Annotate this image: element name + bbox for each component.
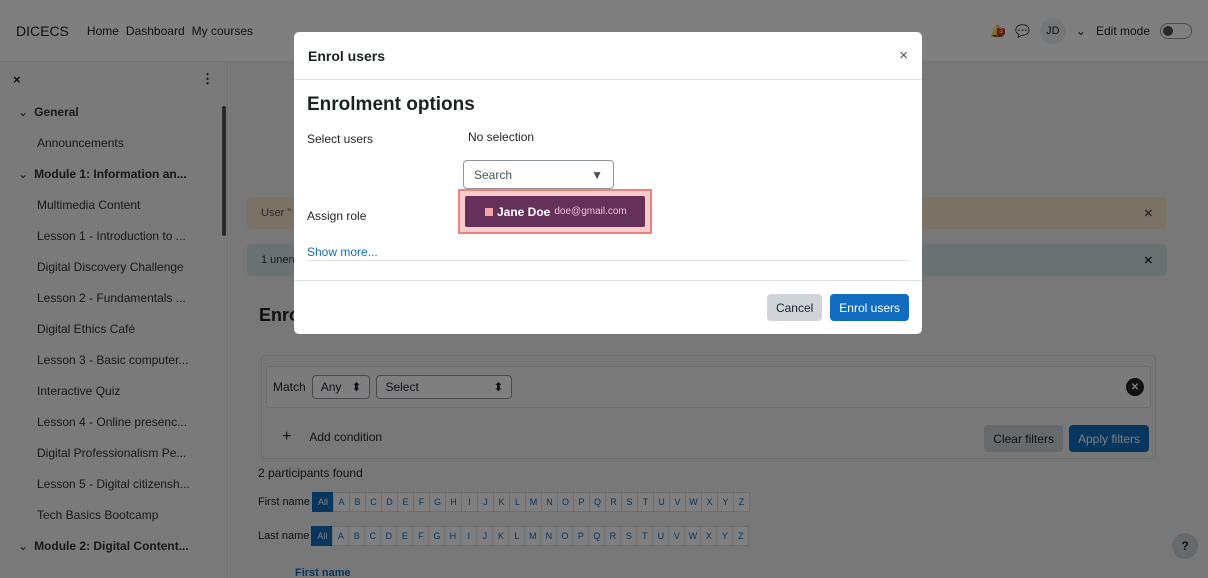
user-square-icon [485, 207, 493, 216]
suggestion-name: Jane Doe [497, 204, 551, 219]
no-selection-text: No selection [468, 130, 535, 144]
enrolment-options-title: Enrolment options [307, 94, 475, 115]
search-placeholder: Search [474, 167, 513, 182]
divider [307, 260, 908, 261]
assign-role-label: Assign role [307, 209, 367, 223]
dropdown-triangle-icon: ▼ [591, 167, 603, 182]
modal-title: Enrol users [308, 47, 386, 64]
user-suggestion-item[interactable]: Jane Doe doe@gmail.com [465, 196, 645, 227]
user-search-input[interactable]: Search ▼ [463, 160, 614, 189]
show-more-link[interactable]: Show more... [307, 245, 378, 259]
user-suggestion-highlight: Jane Doe doe@gmail.com [458, 189, 652, 234]
close-icon[interactable]: × [899, 47, 908, 64]
modal-header: Enrol users × [294, 32, 922, 80]
enrol-users-modal: Enrol users × Enrolment options Select u… [294, 32, 922, 334]
select-users-label: Select users [307, 132, 374, 146]
modal-footer: Cancel Enrol users [294, 280, 922, 334]
suggestion-email: doe@gmail.com [554, 206, 627, 217]
cancel-button[interactable]: Cancel [766, 294, 823, 321]
enrol-users-button[interactable]: Enrol users [830, 294, 909, 321]
